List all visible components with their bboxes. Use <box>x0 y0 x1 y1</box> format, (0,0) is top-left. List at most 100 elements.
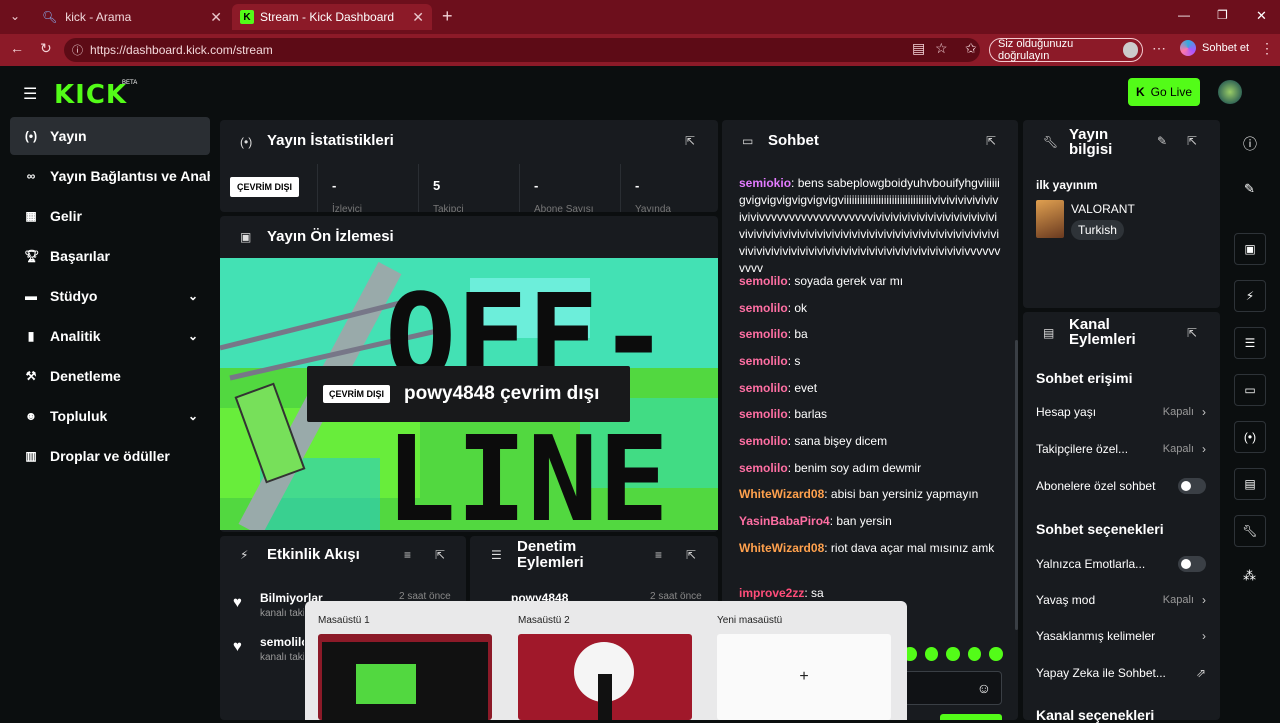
banned-words-setting[interactable]: Yasaklanmış kelimeler › <box>1036 629 1206 643</box>
window-close-icon[interactable]: ✕ <box>1256 8 1267 24</box>
preview-icon: ▣ <box>240 230 252 244</box>
tab-list-chevron-icon[interactable]: ⌄ <box>10 9 20 23</box>
new-tab-button[interactable]: + <box>442 6 453 27</box>
more-icon[interactable]: ⋯ <box>1152 40 1166 57</box>
desktop-1-thumbnail[interactable] <box>318 634 492 720</box>
chat-user[interactable]: semolilo <box>739 407 788 421</box>
chat-user[interactable]: semolilo <box>739 301 788 315</box>
chat-text: riot dava açar mal mısınız amk <box>830 541 995 555</box>
ai-chat-setting[interactable]: Yapay Zeka ile Sohbet... ⇗ <box>1036 666 1206 680</box>
sidebar-item-stream-key[interactable]: ∞ Yayın Bağlantısı ve Anahtarı <box>10 157 210 195</box>
reload-icon[interactable]: ↻ <box>40 40 52 57</box>
browser-menu-icon[interactable]: ⋮ <box>1260 40 1274 57</box>
popout-icon[interactable]: ⇱ <box>1187 326 1197 340</box>
copilot-label: Sohbet et <box>1202 42 1250 54</box>
sidebar-item-stream[interactable]: (•) Yayın <box>10 117 210 155</box>
followers-only-setting[interactable]: Takipçilere özel... Kapalı › <box>1036 442 1206 456</box>
close-icon[interactable]: ✕ <box>210 9 222 26</box>
activity-sub: kanalı takip etti <box>260 652 304 663</box>
emoji-icon[interactable]: ☺ <box>977 680 991 696</box>
verify-profile-button[interactable]: Siz olduğunuzu doğrulayın <box>989 38 1143 62</box>
chat-scrollbar[interactable] <box>1015 340 1018 630</box>
chevron-right-icon: › <box>1202 442 1206 456</box>
sidebar-item-studio[interactable]: ▬ Stüdyo ⌄ <box>10 277 210 315</box>
stats-title: Yayın İstatistikleri <box>267 132 394 149</box>
url-input[interactable]: ⓘ https://dashboard.kick.com/stream <box>64 38 980 62</box>
chat-user[interactable]: semiokio <box>739 176 791 190</box>
sidebar-item-moderation[interactable]: ⚒︎ Denetleme <box>10 357 210 395</box>
user-avatar[interactable] <box>1218 80 1242 104</box>
desktop-2-thumbnail[interactable] <box>518 634 692 720</box>
activity-sub: kanalı takip etti <box>260 608 304 619</box>
sidebar-item-achievements[interactable]: 🏆︎ Başarılar <box>10 237 210 275</box>
browser-tab-search[interactable]: 🔍︎ kick - Arama ✕ <box>34 4 230 30</box>
filter-icon[interactable]: ≡ <box>655 548 662 562</box>
minimize-icon[interactable]: — <box>1178 8 1190 22</box>
setting-value: Kapalı <box>1162 594 1194 606</box>
info-icon[interactable]: ⓘ <box>1243 134 1257 154</box>
chat-user[interactable]: semolilo <box>739 274 788 288</box>
kick-logo[interactable]: KICK <box>54 80 127 110</box>
favorite-star-icon[interactable]: ☆ <box>935 40 948 57</box>
close-icon[interactable]: ✕ <box>412 9 424 26</box>
chat-user[interactable]: WhiteWizard08 <box>739 487 824 501</box>
popout-icon[interactable]: ⇱ <box>986 134 996 148</box>
chat-user[interactable]: improve2zz <box>739 586 804 600</box>
status-badge: ÇEVRİM DIŞI <box>323 385 391 403</box>
emote-icon[interactable] <box>924 647 939 661</box>
preview-panel-icon[interactable]: ▣ <box>1234 233 1266 265</box>
sidebar-item-label: Denetleme <box>50 368 121 384</box>
chat-message: improve2zz: sa <box>739 586 824 600</box>
site-info-icon[interactable]: ⓘ <box>72 42 83 58</box>
copilot-button[interactable]: Sohbet et <box>1180 40 1249 56</box>
game-name[interactable]: VALORANT <box>1071 202 1135 216</box>
popout-icon[interactable]: ⇱ <box>1187 134 1197 148</box>
setting-label: Yasaklanmış kelimeler <box>1036 629 1156 643</box>
back-icon[interactable]: ← <box>10 40 24 56</box>
favorites-icon[interactable]: ✩ <box>965 40 977 57</box>
reader-icon[interactable]: ▤ <box>912 40 925 57</box>
browser-tab-dashboard[interactable]: K Stream - Kick Dashboard ✕ <box>232 4 432 30</box>
chat-user[interactable]: semolilo <box>739 434 788 448</box>
filter-icon[interactable]: ≡ <box>404 548 411 562</box>
actions-panel-icon[interactable]: ▤ <box>1234 468 1266 500</box>
popout-icon[interactable]: ⇱ <box>435 548 445 562</box>
emote-only-toggle[interactable] <box>1178 556 1206 572</box>
sidebar-item-revenue[interactable]: ▦ Gelir <box>10 197 210 235</box>
emote-icon[interactable] <box>989 647 1003 661</box>
setting-label: Yapay Zeka ile Sohbet... <box>1036 666 1166 680</box>
pencil-icon[interactable]: ✎ <box>1157 134 1167 148</box>
sidebar-item-label: Yayın Bağlantısı ve Anahtarı <box>50 168 210 184</box>
desktop-label: Masaüstü 1 <box>318 615 370 626</box>
hamburger-menu-icon[interactable]: ☰ <box>23 84 37 104</box>
chat-user[interactable]: WhiteWizard08 <box>739 541 824 555</box>
wrench-panel-icon[interactable]: 🔧︎ <box>1234 515 1266 547</box>
chat-user[interactable]: YasinBabaPiro4 <box>739 514 830 528</box>
account-age-setting[interactable]: Hesap yaşı Kapalı › <box>1036 405 1206 419</box>
edit-icon[interactable]: ✎ <box>1244 181 1255 197</box>
emote-icon[interactable] <box>967 647 982 661</box>
list-panel-icon[interactable]: ☰ <box>1234 327 1266 359</box>
popout-icon[interactable]: ⇱ <box>686 548 696 562</box>
emote-icon[interactable] <box>946 647 960 661</box>
bolt-panel-icon[interactable]: ⚡︎ <box>1234 280 1266 312</box>
sidebar-item-analytics[interactable]: ▮ Analitik ⌄ <box>10 317 210 355</box>
chat-panel-icon[interactable]: ▭ <box>1234 374 1266 406</box>
broadcast-panel-icon[interactable]: (•) <box>1234 421 1266 453</box>
popout-icon[interactable]: ⇱ <box>685 134 695 148</box>
subscribers-only-toggle[interactable] <box>1178 478 1206 494</box>
chat-user[interactable]: semolilo <box>739 461 788 475</box>
sidebar-item-drops[interactable]: ▥ Droplar ve ödüller <box>10 437 210 475</box>
slow-mode-setting[interactable]: Yavaş mod Kapalı › <box>1036 593 1206 607</box>
go-live-button[interactable]: K Go Live <box>1128 78 1200 106</box>
maximize-icon[interactable]: ❐ <box>1217 8 1228 22</box>
chat-user[interactable]: semolilo <box>739 381 788 395</box>
sidebar-item-community[interactable]: ☻ Topluluk ⌄ <box>10 397 210 435</box>
more-panels-icon[interactable]: ⁂ <box>1243 568 1256 584</box>
new-desktop-button[interactable]: + <box>717 634 891 720</box>
stat-value: - <box>635 178 640 193</box>
chat-user[interactable]: semolilo <box>739 327 788 341</box>
chevron-down-icon: ⌄ <box>187 409 198 423</box>
chat-send-button[interactable] <box>940 714 1002 720</box>
chat-user[interactable]: semolilo <box>739 354 788 368</box>
